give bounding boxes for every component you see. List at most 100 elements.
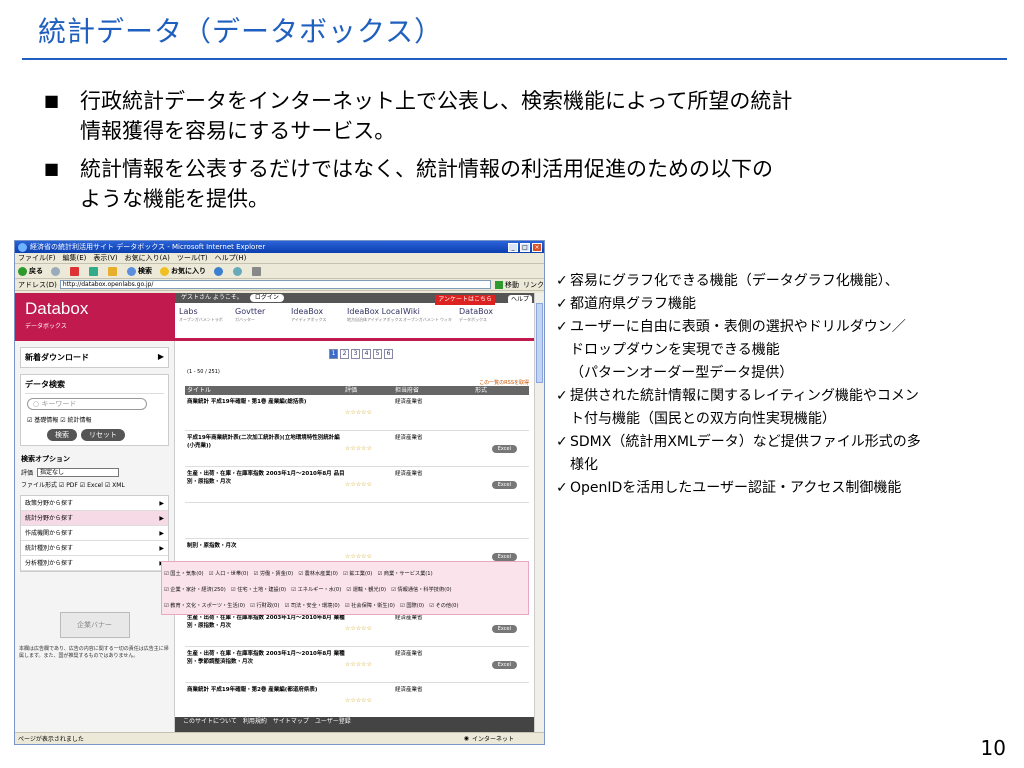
links-button[interactable]: リンク (523, 280, 544, 290)
row-title[interactable]: 生産・出荷・在庫・在庫率指数 2003年1月〜2010年8月 業種別・季節調整済… (185, 647, 345, 682)
category-list: 政策分野から探す ▶ 統計分野から探す ▶ 作成機関から探す ▶ 統計種別から探す ▶ … (20, 495, 169, 572)
keyword-input[interactable]: ○ キーワード (27, 398, 147, 410)
forward-button[interactable] (51, 266, 62, 276)
row-title[interactable]: 商業統計 平成19年確報・第1巻 産業編(総括表) (185, 395, 345, 430)
go-button[interactable]: 移動 (495, 280, 519, 290)
flyout-checkboxes[interactable]: ☑ 企業・家計・経済(250) ☑ 住宅・土地・建設(0) ☑ エネルギー・水(… (164, 582, 526, 598)
menu-edit[interactable]: 編集(E) (63, 253, 87, 263)
search-button[interactable]: 検索 (47, 429, 77, 441)
window-title: 経済省の統計利活用サイト データボックス - Microsoft Interne… (30, 243, 266, 251)
search-button[interactable]: 検索 (127, 266, 152, 276)
site-desc: オープンガバメント ウィキ (403, 317, 453, 322)
menu-tools[interactable]: ツール(T) (177, 253, 208, 263)
maximize-button[interactable]: □ (520, 242, 530, 252)
ad-banner[interactable]: 企業バナー (59, 612, 130, 638)
menu-file[interactable]: ファイル(F) (18, 253, 56, 263)
category-analysis-type[interactable]: 分析種別から探す▶ (21, 556, 168, 571)
site-links: Labs オープンガバメントラボ Govtter ガバッター IdeaBox アイディ… (179, 307, 515, 323)
menu-bar: ファイル(F) 編集(E) 表示(V) お気に入り(A) ツール(T) ヘルプ(… (15, 253, 544, 264)
scroll-thumb[interactable] (536, 303, 543, 383)
search-title: データ検索 (25, 379, 164, 394)
row-title[interactable]: 平成19年商業統計表(二次加工統計表)(立地環境特性別統計編(小売業)) (185, 431, 345, 466)
flyout-checkboxes[interactable]: ☑ 教育・文化・スポーツ・生活(0) ☑ 行財政(0) ☑ 司法・安全・環境(0… (164, 598, 526, 614)
site-desc: オープンガバメントラボ (179, 317, 223, 322)
page-4[interactable]: 4 (362, 349, 371, 359)
favorites-button[interactable]: お気に入り (160, 266, 206, 276)
site-link-databox[interactable]: DataBox データボックス (459, 307, 515, 323)
back-label: 戻る (29, 267, 43, 275)
data-type-checkboxes[interactable]: ☑ 基礎情報 ☑ 統計情報 (27, 415, 162, 424)
chevron-right-icon: ▶ (159, 545, 164, 552)
format-checkboxes[interactable]: ファイル形式 ☑ PDF ☑ Excel ☑ XML (21, 480, 168, 489)
reset-button[interactable]: リセット (81, 429, 125, 441)
minimize-button[interactable]: _ (508, 242, 518, 252)
row-title[interactable]: 生産・出荷・在庫・在庫率指数 2003年1月〜2010年8月 品目別・原指数・月… (185, 467, 345, 502)
rating-stars-icon: ☆☆☆☆☆ (345, 661, 372, 668)
bullet-square-icon: ■ (44, 91, 60, 110)
category-agency[interactable]: 作成機関から探す ▶ (21, 526, 168, 541)
category-policy[interactable]: 政策分野から探す ▶ (21, 496, 168, 511)
table-row[interactable]: 生産・出荷・在庫・在庫率指数 2003年1月〜2010年8月 業種別・原指数・月… (185, 611, 529, 647)
checkmark-icon: ✓ (556, 434, 568, 450)
row-title[interactable]: 生産・出荷・在庫・在庫率指数 2003年1月〜2010年8月 業種別・原指数・月… (185, 611, 345, 646)
rating-stars-icon: ☆☆☆☆☆ (345, 409, 372, 416)
site-desc: データボックス (459, 317, 487, 322)
print-button[interactable] (252, 266, 263, 276)
page-5[interactable]: 5 (373, 349, 382, 359)
table-row[interactable]: 商業統計 平成19年確報・第2巻 産業編(都道府県表) ☆☆☆☆☆ 経済産業省 (185, 683, 529, 719)
url-input[interactable]: http://databox.openlabs.go.jp/ (59, 280, 491, 289)
excel-download-button[interactable]: Excel (491, 445, 517, 453)
rss-link[interactable]: この一覧のRSSを取得 (479, 379, 529, 386)
refresh-icon (89, 266, 98, 276)
row-title[interactable]: 商業統計 平成19年確報・第2巻 産業編(都道府県表) (185, 683, 345, 718)
category-label: 政策分野から探す (25, 500, 74, 507)
excel-download-button[interactable]: Excel (491, 625, 517, 633)
mail-button[interactable] (233, 266, 244, 276)
excel-download-button[interactable]: Excel (491, 553, 517, 561)
page-2[interactable]: 2 (340, 349, 349, 359)
feature-text-cont: （パターンオーダー型データ提供） (570, 365, 794, 381)
print-icon (252, 266, 261, 276)
row-ministry: 経済産業省 (395, 687, 423, 693)
help-button[interactable]: ヘルプ (507, 295, 532, 305)
history-icon (214, 266, 223, 276)
new-downloads-panel[interactable]: 新着ダウンロード ▶ (20, 347, 169, 368)
home-button[interactable] (108, 266, 119, 276)
table-row[interactable]: 生産・出荷・在庫・在庫率指数 2003年1月〜2010年8月 業種別・季節調整済… (185, 647, 529, 683)
menu-help[interactable]: ヘルプ(H) (215, 253, 247, 263)
site-link-ideabox-local[interactable]: IdeaBox Local 地方自治体アイディアボックス (347, 307, 403, 323)
table-row[interactable]: 商業統計 平成19年確報・第1巻 産業編(総括表) ☆☆☆☆☆ 経済産業省 (185, 395, 529, 431)
databox-logo[interactable]: Databox データボックス (15, 293, 175, 341)
history-button[interactable] (214, 266, 225, 276)
login-button[interactable]: ログイン (249, 294, 284, 302)
page-number: 10 (980, 736, 1006, 760)
site-link-govtter[interactable]: Govtter ガバッター (235, 307, 291, 323)
category-stat-type[interactable]: 統計種別から探す ▶ (21, 541, 168, 556)
site-footer[interactable]: このサイトについて 利用規約 サイトマップ ユーザー登録 (175, 717, 535, 733)
vertical-scrollbar[interactable] (534, 293, 544, 733)
category-statistics[interactable]: 統計分野から探す ▶ (21, 511, 168, 526)
back-button[interactable]: 戻る (18, 266, 43, 276)
site-link-wiki[interactable]: Wiki オープンガバメント ウィキ (403, 307, 459, 323)
menu-view[interactable]: 表示(V) (93, 253, 117, 263)
rating-select[interactable]: 指定なし (37, 468, 120, 477)
page-1[interactable]: 1 (329, 349, 338, 359)
page-6[interactable]: 6 (384, 349, 393, 359)
excel-download-button[interactable]: Excel (491, 661, 517, 669)
stop-button[interactable] (70, 266, 81, 276)
survey-button[interactable]: アンケートはこちら (435, 295, 495, 305)
refresh-button[interactable] (89, 266, 100, 276)
menu-favorites[interactable]: お気に入り(A) (125, 253, 170, 263)
table-row[interactable]: 平成19年商業統計表(二次加工統計表)(立地環境特性別統計編(小売業)) ☆☆☆☆… (185, 431, 529, 467)
site-link-labs[interactable]: Labs オープンガバメントラボ (179, 307, 235, 323)
flyout-checkboxes[interactable]: ☑ 国土・気象(0) ☑ 人口・世帯(0) ☑ 労働・賃金(0) ☑ 農林水産業… (164, 566, 526, 582)
new-downloads-link: 新着ダウンロード (25, 353, 89, 362)
table-row[interactable] (185, 503, 529, 539)
row-title[interactable] (185, 503, 345, 538)
excel-download-button[interactable]: Excel (491, 481, 517, 489)
rating-stars-icon: ☆☆☆☆☆ (345, 445, 372, 452)
table-row[interactable]: 生産・出荷・在庫・在庫率指数 2003年1月〜2010年8月 品目別・原指数・月… (185, 467, 529, 503)
page-3[interactable]: 3 (351, 349, 360, 359)
close-button[interactable]: × (532, 242, 542, 252)
site-link-ideabox[interactable]: IdeaBox アイディアボックス (291, 307, 347, 323)
